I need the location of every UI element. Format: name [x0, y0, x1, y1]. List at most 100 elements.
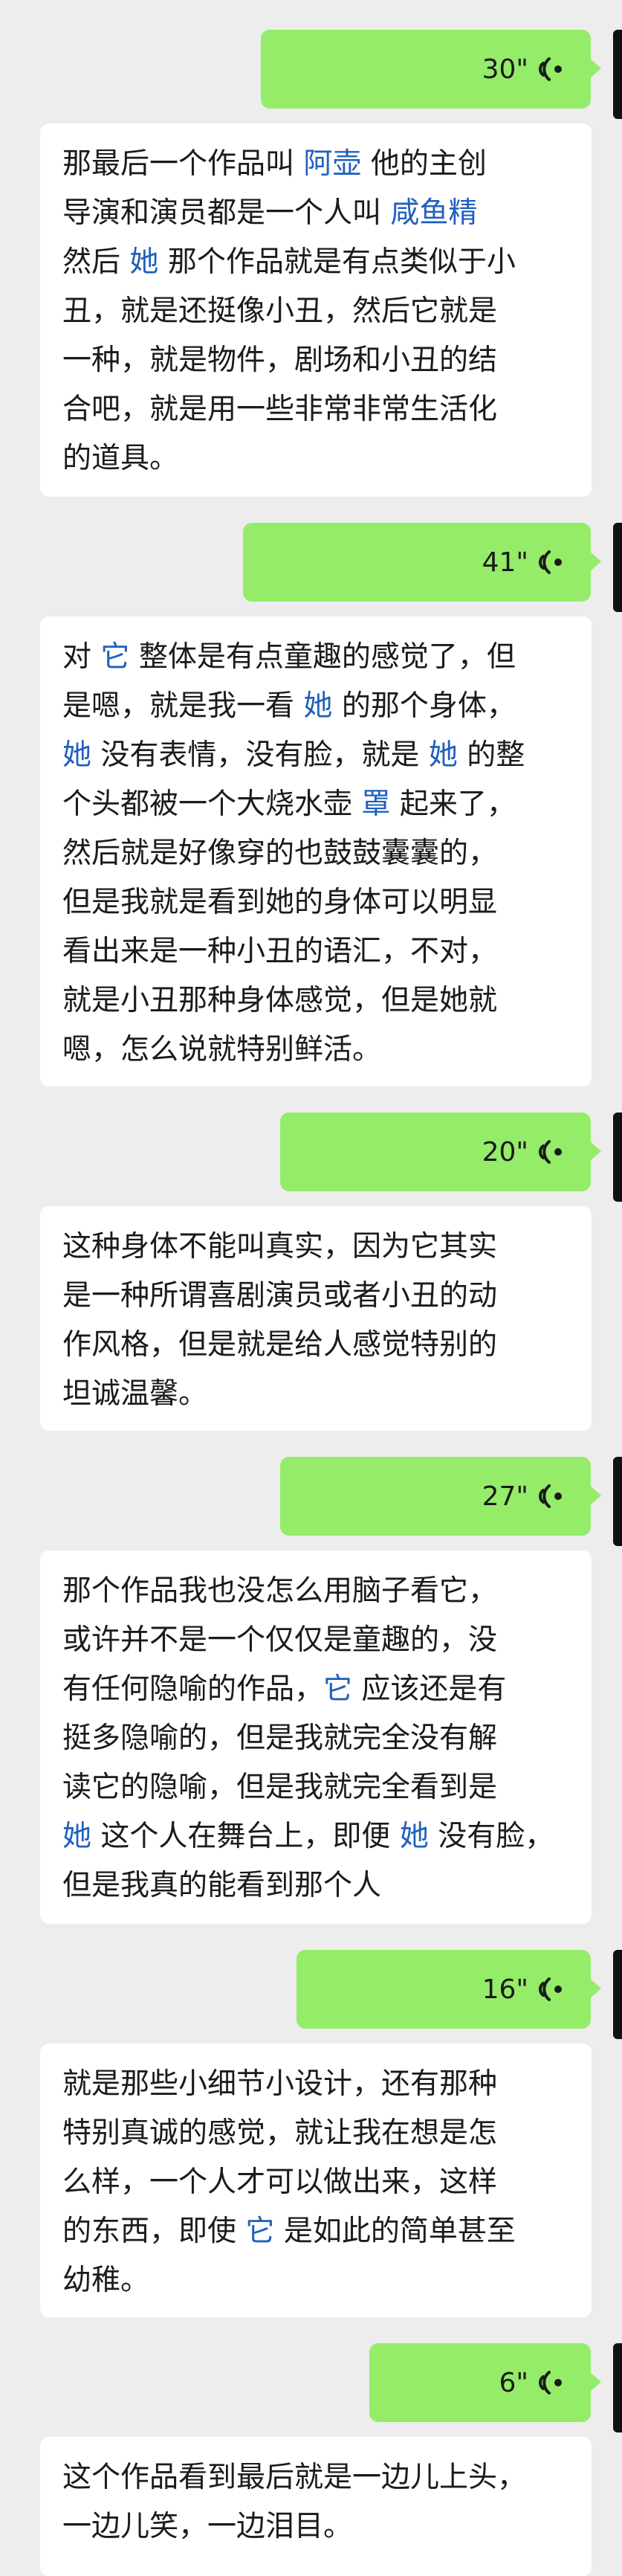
- transcript-bubble[interactable]: 对 它 整体是有点童趣的感觉了，但 是嗯，就是我一看 她 的那个身体，她 没有表情…: [40, 616, 592, 1086]
- transcript-text: 一种，就是物件，剧场和小丑的结: [62, 344, 498, 377]
- keyword-text: 她: [62, 1820, 92, 1853]
- transcript-bubble[interactable]: 那最后一个作品叫 阿壶 他的主创 导演和演员都是一个人叫 咸鱼精 然后 她 那个作品…: [40, 123, 592, 497]
- transcript-line: 读它的隐喻，但是我就完全看到是: [62, 1763, 569, 1812]
- transcript-line: 导演和演员都是一个人叫 咸鱼精: [62, 189, 569, 238]
- transcript-text: 作风格，但是就是给人感觉特别的: [62, 1328, 498, 1362]
- transcript-line: 但是我真的能看到那个人: [62, 1861, 569, 1910]
- avatar[interactable]: [613, 523, 622, 612]
- transcript-text: 特别真诚的感觉，就让我在想是怎: [62, 2116, 498, 2150]
- transcript-text: 嗯，怎么说就特别鲜活。: [62, 1033, 382, 1066]
- transcript-text: 那个作品我也没怎么用脑子看它，: [62, 1574, 498, 1608]
- transcript-text: 这个人在舞台上，即便: [91, 1820, 400, 1853]
- transcript-text: 或许并不是一个仅仅是童趣的，没: [62, 1623, 498, 1657]
- keyword-text: 它: [100, 640, 130, 674]
- transcript-line: 这个作品看到最后就是一边儿上头，: [62, 2453, 569, 2502]
- voice-duration: 27": [482, 1481, 528, 1512]
- transcript-text: 对: [62, 640, 101, 674]
- transcript-text: 丑，就是还挺像小丑，然后它就是: [62, 294, 498, 328]
- keyword-text: 阿壶: [303, 147, 362, 181]
- voice-wave-icon: [539, 57, 562, 81]
- keyword-text: 她: [303, 689, 333, 723]
- chat-history: 30" 那最后一个作品叫 阿壶 他的主创 导演和演员都是一个人叫 咸鱼精 然后 她 …: [0, 0, 622, 2576]
- transcript-line: 或许并不是一个仅仅是童趣的，没: [62, 1616, 569, 1665]
- transcript-line: 特别真诚的感觉，就让我在想是怎: [62, 2109, 569, 2158]
- keyword-text: 它: [323, 1672, 353, 1706]
- keyword-text: 她: [129, 245, 159, 279]
- transcript-line: 合吧，就是用一些非常非常生活化: [62, 385, 569, 434]
- transcript-bubble[interactable]: 这种身体不能叫真实，因为它其实 是一种所谓喜剧演员或者小丑的动 作风格，但是就是给人…: [40, 1206, 592, 1431]
- transcript-line: 对 它 整体是有点童趣的感觉了，但: [62, 633, 569, 682]
- voice-wave-icon: [539, 2371, 562, 2395]
- transcript-text: 有任何隐喻的作品，: [62, 1672, 324, 1706]
- transcript-line: 嗯，怎么说就特别鲜活。: [62, 1025, 569, 1075]
- transcript-text: 挺多隐喻的，但是我就完全没有解: [62, 1722, 498, 1755]
- transcript-line: 看出来是一种小丑的语汇，不对，: [62, 927, 569, 976]
- transcript-line: 就是小丑那种身体感觉，但是她就: [62, 976, 569, 1025]
- transcript-text: 导演和演员都是一个人叫: [62, 196, 391, 230]
- voice-message-bubble[interactable]: 30": [261, 30, 601, 109]
- transcript-text: 就是小丑那种身体感觉，但是她就: [62, 984, 498, 1017]
- voice-wave-icon: [539, 1977, 562, 2001]
- keyword-text: 罩: [361, 788, 391, 821]
- keyword-text: 她: [62, 738, 92, 772]
- transcript-line: 挺多隐喻的，但是我就完全没有解: [62, 1714, 569, 1763]
- keyword-text: 她: [428, 738, 458, 772]
- transcript-text: 那个作品就是有点类似于小: [158, 245, 516, 279]
- transcript-text: 幼稚。: [62, 2264, 150, 2297]
- transcript-line: 么样，一个人才可以做出来，这样: [62, 2158, 569, 2207]
- keyword-text: 它: [245, 2215, 275, 2248]
- transcript-line: 然后就是好像穿的也鼓鼓囊囊的，: [62, 829, 569, 878]
- transcript-line: 作风格，但是就是给人感觉特别的: [62, 1321, 569, 1370]
- transcript-text: 没有脸，: [428, 1820, 554, 1853]
- transcript-text: 是一种所谓喜剧演员或者小丑的动: [62, 1279, 498, 1313]
- avatar[interactable]: [613, 1950, 622, 2039]
- avatar[interactable]: [613, 2343, 622, 2432]
- transcript-line: 她 没有表情，没有脸，就是 她 的整: [62, 731, 569, 780]
- voice-message-bubble[interactable]: 20": [280, 1112, 601, 1191]
- keyword-text: 她: [399, 1820, 429, 1853]
- voice-message-bubble[interactable]: 16": [297, 1950, 601, 2029]
- transcript-text: 但是我真的能看到那个人: [62, 1869, 382, 1902]
- transcript-text: 坦诚温馨。: [62, 1377, 208, 1411]
- voice-wave-icon: [539, 1140, 562, 1164]
- transcript-bubble[interactable]: 就是那些小细节小设计，还有那种 特别真诚的感觉，就让我在想是怎 么样，一个人才可以做…: [40, 2044, 592, 2317]
- transcript-text: 他的主创: [361, 147, 487, 181]
- voice-wave-icon: [539, 550, 562, 574]
- transcript-text: 合吧，就是用一些非常非常生活化: [62, 393, 498, 426]
- voice-duration: 30": [482, 54, 528, 85]
- avatar[interactable]: [613, 1112, 622, 1202]
- voice-duration: 41": [482, 547, 528, 578]
- voice-message-bubble[interactable]: 6": [369, 2343, 601, 2422]
- voice-duration: 16": [482, 1974, 528, 2005]
- voice-message-bubble[interactable]: 41": [243, 523, 601, 602]
- transcript-text: 整体是有点童趣的感觉了，但: [129, 640, 516, 674]
- transcript-line: 然后 她 那个作品就是有点类似于小: [62, 238, 569, 287]
- transcript-text: 这种身体不能叫真实，因为它其实: [62, 1230, 498, 1263]
- voice-wave-icon: [539, 1484, 562, 1508]
- transcript-bubble[interactable]: 那个作品我也没怎么用脑子看它， 或许并不是一个仅仅是童趣的，没 有任何隐喻的作品，它…: [40, 1551, 592, 1924]
- transcript-line: 她 这个人在舞台上，即便 她 没有脸，: [62, 1812, 569, 1861]
- transcript-line: 这种身体不能叫真实，因为它其实: [62, 1223, 569, 1272]
- transcript-text: 是如此的简单甚至: [274, 2215, 516, 2248]
- transcript-line: 是嗯，就是我一看 她 的那个身体，: [62, 682, 569, 731]
- voice-message-bubble[interactable]: 27": [280, 1457, 601, 1536]
- transcript-line: 那个作品我也没怎么用脑子看它，: [62, 1567, 569, 1616]
- transcript-text: 的道具。: [62, 442, 179, 475]
- avatar[interactable]: [613, 1457, 622, 1546]
- transcript-text: 么样，一个人才可以做出来，这样: [62, 2166, 498, 2199]
- avatar[interactable]: [613, 30, 622, 119]
- transcript-bubble[interactable]: 这个作品看到最后就是一边儿上头， 一边儿笑，一边泪目。: [40, 2437, 592, 2576]
- keyword-text: 咸鱼精: [390, 196, 478, 230]
- transcript-text: 的整: [457, 738, 525, 772]
- transcript-text: 个头都被一个大烧水壶: [62, 788, 362, 821]
- voice-duration: 20": [482, 1136, 528, 1168]
- transcript-text: 就是那些小细节小设计，还有那种: [62, 2067, 498, 2101]
- transcript-line: 是一种所谓喜剧演员或者小丑的动: [62, 1272, 569, 1321]
- transcript-text: 是嗯，就是我一看: [62, 689, 304, 723]
- transcript-line: 个头都被一个大烧水壶 罩 起来了，: [62, 780, 569, 829]
- transcript-text: 那最后一个作品叫: [62, 147, 304, 181]
- transcript-text: 但是我就是看到她的身体可以明显: [62, 886, 498, 919]
- transcript-line: 就是那些小细节小设计，还有那种: [62, 2060, 569, 2109]
- transcript-line: 有任何隐喻的作品，它 应该还是有: [62, 1665, 569, 1714]
- transcript-text: 的那个身体，: [332, 689, 516, 723]
